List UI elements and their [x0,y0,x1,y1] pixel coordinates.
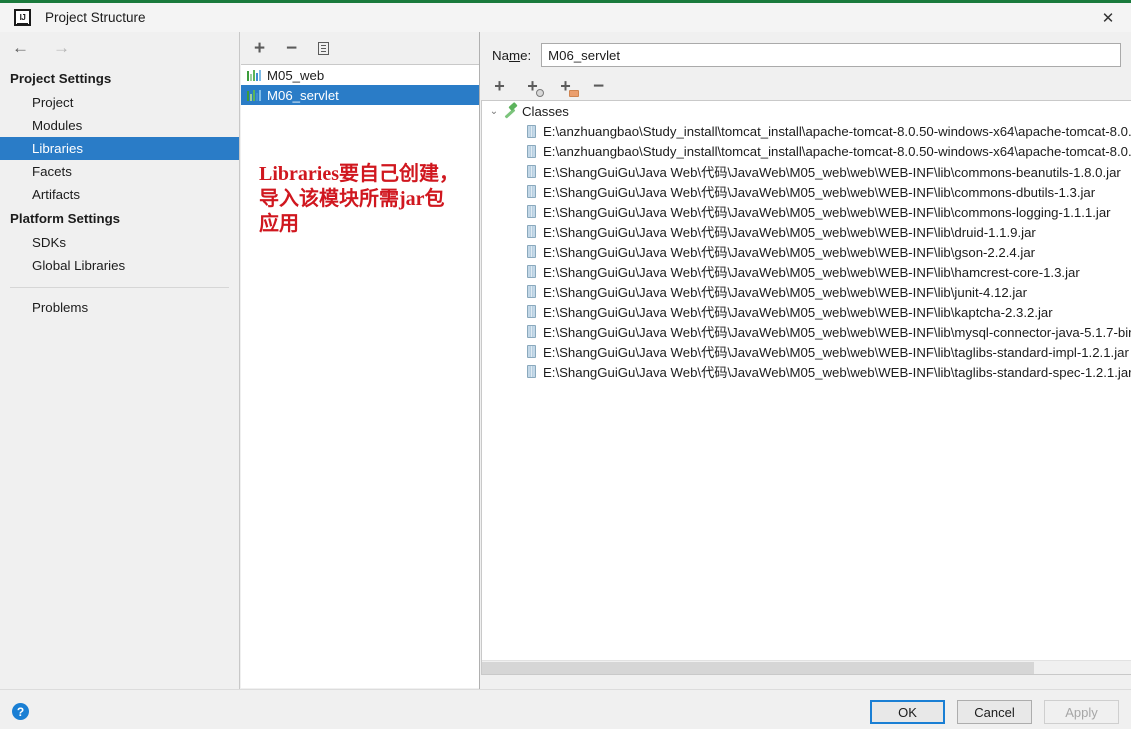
jar-path-label: E:\ShangGuiGu\Java Web\代码\JavaWeb\M05_we… [543,324,1131,340]
name-input[interactable] [541,43,1121,67]
name-row: Name: [481,40,1131,70]
close-icon[interactable]: ✕ [1085,3,1131,32]
library-icon [247,89,261,101]
settings-sidebar: ← → Project Settings Project Modules Lib… [0,32,240,689]
project-structure-dialog: Project Structure ✕ ← → Project Settings… [0,0,1131,729]
sidebar-divider [10,287,229,288]
jar-file-icon [527,344,536,358]
folder-icon [569,89,579,97]
sidebar-item-facets[interactable]: Facets [0,160,239,183]
title-bar: Project Structure ✕ [0,3,1131,32]
tree-node-jar[interactable]: E:\ShangGuiGu\Java Web\代码\JavaWeb\M05_we… [482,361,1131,381]
library-detail-panel: Name: + + + − ⌄ Classes [481,32,1131,689]
jar-path-label: E:\ShangGuiGu\Java Web\代码\JavaWeb\M05_we… [543,264,1080,280]
sidebar-group-project-settings: Project Settings [10,71,112,86]
ok-button[interactable]: OK [870,700,945,724]
jar-file-icon [527,164,536,178]
remove-jar-button[interactable]: − [589,77,608,96]
jar-file-icon [527,324,536,338]
tree-node-jar[interactable]: E:\ShangGuiGu\Java Web\代码\JavaWeb\M05_we… [482,281,1131,301]
list-item[interactable]: M05_web [241,65,479,85]
cancel-button[interactable]: Cancel [957,700,1032,724]
sidebar-item-libraries[interactable]: Libraries [0,137,239,160]
jar-file-icon [527,304,536,318]
horizontal-scrollbar[interactable] [482,660,1131,674]
jar-file-icon [527,284,536,298]
dialog-buttons: OK Cancel Apply [870,700,1119,724]
add-from-directory-button[interactable]: + [556,77,579,97]
jar-path-label: E:\ShangGuiGu\Java Web\代码\JavaWeb\M05_we… [543,284,1027,300]
classes-toolbar: + + + − [481,74,1131,98]
tree-node-classes[interactable]: ⌄ Classes [482,101,1131,121]
add-jar-button[interactable]: + [490,77,509,96]
tree-node-jar[interactable]: E:\anzhuangbao\Study_install\tomcat_inst… [482,121,1131,141]
jar-path-label: E:\ShangGuiGu\Java Web\代码\JavaWeb\M05_we… [543,344,1129,360]
remove-library-button[interactable]: − [282,39,301,58]
tree-node-jar[interactable]: E:\ShangGuiGu\Java Web\代码\JavaWeb\M05_we… [482,201,1131,221]
tree-node-jar[interactable]: E:\ShangGuiGu\Java Web\代码\JavaWeb\M05_we… [482,221,1131,241]
tree-node-jar[interactable]: E:\ShangGuiGu\Java Web\代码\JavaWeb\M05_we… [482,261,1131,281]
back-arrow-icon[interactable]: ← [8,37,33,58]
jar-file-icon [527,244,536,258]
classes-tree: ⌄ Classes E:\anzhuangbao\Study_install\t… [481,100,1131,675]
library-icon [247,69,261,81]
name-label: Name: [492,47,532,63]
tree-node-jar[interactable]: E:\ShangGuiGu\Java Web\代码\JavaWeb\M05_we… [482,181,1131,201]
help-icon[interactable]: ? [12,703,29,720]
copy-icon [315,39,329,55]
library-list-panel: + − M05_web M06_servlet [241,32,480,689]
jar-path-label: E:\anzhuangbao\Study_install\tomcat_inst… [543,123,1131,139]
copy-library-button[interactable] [314,39,333,58]
window-title: Project Structure [45,10,146,25]
dialog-footer: ? OK Cancel Apply [0,689,1131,729]
sidebar-item-modules[interactable]: Modules [0,114,239,137]
intellij-logo-icon [14,9,31,26]
jar-file-icon [527,204,536,218]
dialog-content: ← → Project Settings Project Modules Lib… [0,32,1131,689]
tree-node-jar[interactable]: E:\ShangGuiGu\Java Web\代码\JavaWeb\M05_we… [482,161,1131,181]
jar-file-icon [527,364,536,378]
chevron-down-icon[interactable]: ⌄ [486,106,502,117]
sidebar-item-sdks[interactable]: SDKs [0,231,239,254]
sidebar-list: Project Settings Project Modules Librari… [0,66,239,319]
jar-path-label: E:\ShangGuiGu\Java Web\代码\JavaWeb\M05_we… [543,304,1053,320]
list-item[interactable]: M06_servlet [241,85,479,105]
jar-file-icon [527,184,536,198]
library-list-toolbar: + − [241,36,479,60]
list-item-label: M05_web [267,67,325,83]
library-list: M05_web M06_servlet [241,64,479,688]
tree-node-jar[interactable]: E:\ShangGuiGu\Java Web\代码\JavaWeb\M05_we… [482,301,1131,321]
tree-node-jar[interactable]: E:\ShangGuiGu\Java Web\代码\JavaWeb\M05_we… [482,241,1131,261]
jar-file-icon [527,144,536,158]
tree-node-label: Classes [522,103,569,119]
jar-path-label: E:\ShangGuiGu\Java Web\代码\JavaWeb\M05_we… [543,244,1036,260]
sidebar-group-platform-settings: Platform Settings [10,211,121,226]
jar-file-icon [527,264,536,278]
jar-path-label: E:\ShangGuiGu\Java Web\代码\JavaWeb\M05_we… [543,364,1131,380]
jar-path-label: E:\ShangGuiGu\Java Web\代码\JavaWeb\M05_we… [543,224,1036,240]
jar-file-icon [527,124,536,138]
sidebar-item-global-libraries[interactable]: Global Libraries [0,254,239,277]
add-library-button[interactable]: + [250,39,269,58]
tree-node-jar[interactable]: E:\anzhuangbao\Study_install\tomcat_inst… [482,141,1131,161]
tree-node-jar[interactable]: E:\ShangGuiGu\Java Web\代码\JavaWeb\M05_we… [482,321,1131,341]
jar-path-label: E:\anzhuangbao\Study_install\tomcat_inst… [543,143,1131,159]
sidebar-item-project[interactable]: Project [0,91,239,114]
tree-node-jar[interactable]: E:\ShangGuiGu\Java Web\代码\JavaWeb\M05_we… [482,341,1131,361]
jar-path-label: E:\ShangGuiGu\Java Web\代码\JavaWeb\M05_we… [543,184,1096,200]
navigation-arrows: ← → [0,32,239,62]
list-item-label: M06_servlet [267,87,339,103]
jar-file-icon [527,224,536,238]
jar-path-label: E:\ShangGuiGu\Java Web\代码\JavaWeb\M05_we… [543,204,1111,220]
globe-icon [536,88,544,97]
apply-button[interactable]: Apply [1044,700,1119,724]
sidebar-item-artifacts[interactable]: Artifacts [0,183,239,206]
jar-path-label: E:\ShangGuiGu\Java Web\代码\JavaWeb\M05_we… [543,164,1121,180]
compile-classes-icon [502,104,518,118]
scrollbar-thumb[interactable] [482,662,1034,674]
add-from-maven-button[interactable]: + [523,77,544,97]
sidebar-item-problems[interactable]: Problems [0,296,239,319]
jar-entry-list: E:\anzhuangbao\Study_install\tomcat_inst… [482,121,1131,381]
forward-arrow-icon[interactable]: → [49,37,74,58]
